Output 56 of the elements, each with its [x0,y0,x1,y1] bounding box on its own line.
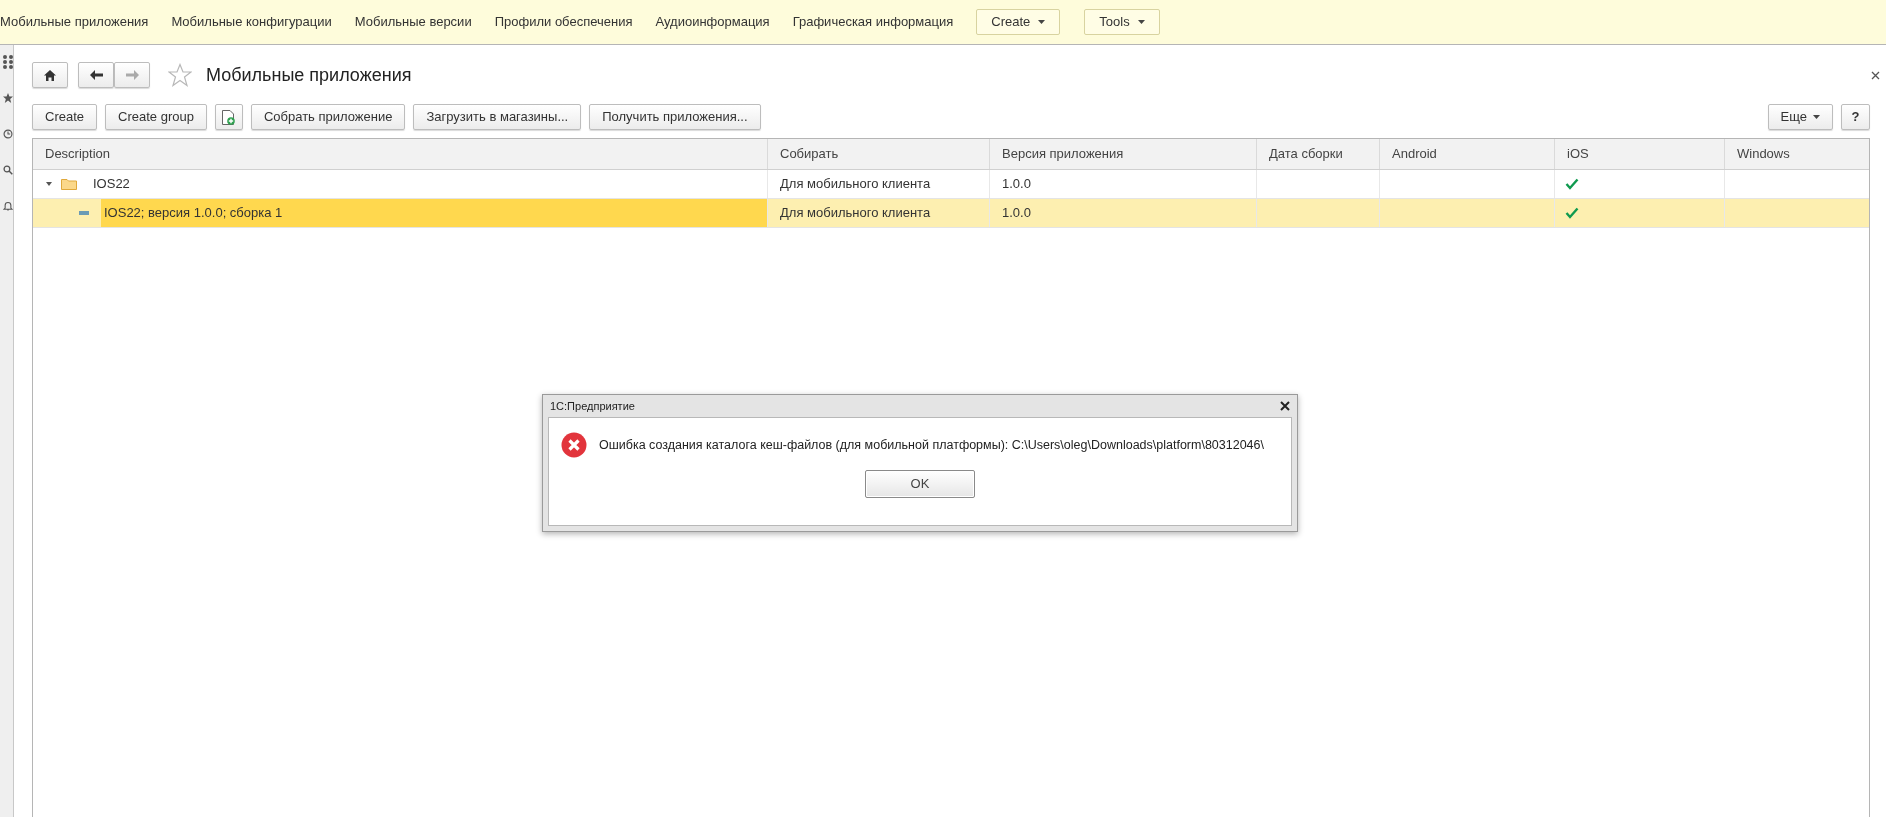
cell-text: 1.0.0 [1002,204,1031,223]
cell-text: 1.0.0 [1002,175,1031,194]
home-icon [44,69,56,81]
form-title: Мобильные приложения [206,63,412,87]
ok-button[interactable]: OK [865,470,975,498]
menu-item[interactable]: Графическая информация [792,12,954,32]
grid-icon[interactable] [3,55,13,69]
caret-icon [1813,115,1820,119]
table-row[interactable]: IOS22 Для мобильного клиента 1.0.0 [33,170,1869,199]
folder-icon [61,178,77,190]
menu-item[interactable]: Профили обеспечения [494,12,633,32]
cell-text: IOS22; версия 1.0.0; сборка 1 [101,199,767,227]
menu-dropdown[interactable]: Create [976,9,1061,35]
error-message: Ошибка создания каталога кеш-файлов (для мобильной платформы): C:\Users\oleg\Downloads\platform\80312046\ [599,436,1264,454]
column-header[interactable]: Android [1379,139,1554,169]
menu-dropdown[interactable]: Tools [1084,9,1160,35]
bell-icon[interactable] [3,199,13,213]
toolbar-button[interactable]: Create group [105,104,207,130]
search-icon[interactable] [3,163,13,177]
toolbar-button[interactable]: Create [32,104,98,130]
close-icon[interactable] [1280,401,1290,411]
left-arrow-icon [89,70,103,80]
home-button[interactable] [32,62,68,88]
cell-text: Для мобильного клиента [780,175,931,194]
error-icon [561,432,587,458]
table-row[interactable]: IOS22; версия 1.0.0; сборка 1 Для мобильного клиента 1.0.0 [33,199,1869,228]
dialog-title: 1С:Предприятие [550,398,635,414]
column-header[interactable]: Дата сборки [1256,139,1379,169]
add-file-icon [222,109,236,125]
column-header[interactable]: Windows [1724,139,1869,169]
column-header[interactable]: iOS [1554,139,1724,169]
menu-item[interactable]: Аудиоинформация [655,12,770,32]
more-button[interactable]: Еще [1767,104,1833,130]
caret-icon [1038,20,1046,24]
caret-icon [1137,20,1145,24]
right-arrow-icon [125,70,139,80]
help-button[interactable]: ? [1841,104,1870,130]
item-dash-icon [79,211,89,215]
star-icon[interactable] [168,63,192,87]
menu-item[interactable]: Мобильные приложения [0,12,149,32]
back-button[interactable] [78,62,114,88]
column-header[interactable]: Версия приложения [989,139,1256,169]
toolbar-button[interactable]: Загрузить в магазины... [413,104,582,130]
star-icon[interactable] [3,91,13,105]
add-file-button[interactable] [214,104,243,130]
clock-icon[interactable] [3,127,13,141]
toolbar-button[interactable]: Собрать приложение [250,104,406,130]
close-icon[interactable] [1871,70,1880,80]
menu-item[interactable]: Мобильные конфигурации [171,12,332,32]
menu-item[interactable]: Мобильные версии [354,12,472,32]
column-header[interactable]: Собирать [767,139,989,169]
cell-text: Для мобильного клиента [780,204,931,223]
cell-text: IOS22 [92,175,131,194]
toolbar-button[interactable]: Получить приложения... [589,104,761,130]
expand-caret-icon[interactable] [45,180,53,188]
column-header[interactable]: Description [33,139,767,169]
